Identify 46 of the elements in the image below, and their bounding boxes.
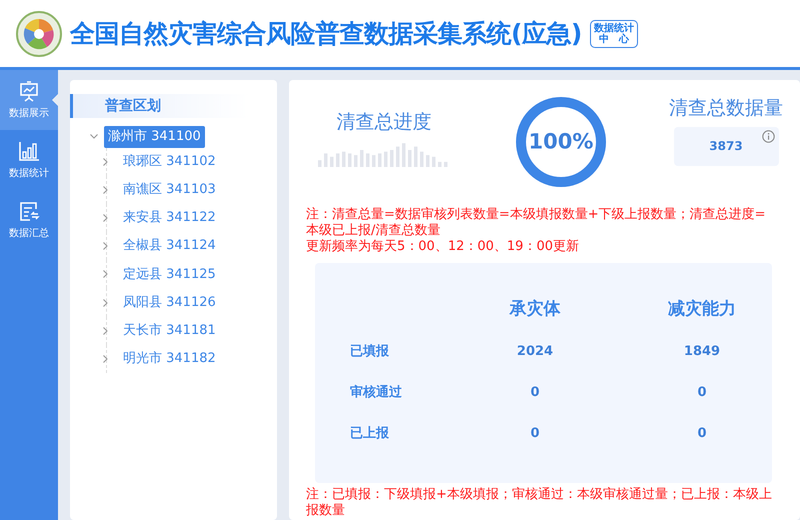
tree-item[interactable]: 滁州市 341100 (104, 126, 205, 148)
row-label: 已填报 (350, 342, 389, 361)
info-icon[interactable] (762, 130, 774, 142)
table-cell-text: 2024 (516, 342, 554, 361)
row-label: 已上报 (350, 424, 389, 443)
tree-item[interactable]: 定远县 341125 (119, 264, 220, 286)
caret-icon[interactable] (103, 158, 108, 166)
total-value: 3873 (709, 138, 743, 155)
bar-chart-icon (18, 140, 40, 162)
column-header: 承灾体 (510, 299, 560, 319)
caret-icon[interactable] (103, 298, 108, 307)
note-text: 更新频率为每天5：00、12：00、19：00更新 (306, 239, 580, 255)
table-cell-text: 0 (530, 384, 540, 402)
footnote-text: 注：已填报：下级填报+本级填报；审核通过：本级审核通过量；已上报：本级上报数量 (305, 487, 773, 519)
table-cell-text: 0 (530, 424, 540, 443)
tree-item[interactable]: 南谯区 341103 (119, 179, 220, 201)
table-cell-text: 0 (697, 384, 707, 402)
total-title: 清查总数据量 (669, 96, 783, 121)
sidebar-item[interactable]: 数据汇总 (0, 190, 58, 250)
progress-title: 清查总进度 (336, 110, 432, 135)
logo-icon (16, 10, 62, 56)
note-text: 注：清查总量=数据审核列表数量=本级填报数量+下级上报数量；清查总进度=本级已上报/清查总数量 (306, 207, 767, 239)
system-badge: 数据统计 中 心 (590, 20, 638, 48)
caret-icon[interactable] (103, 214, 108, 222)
tree-item[interactable]: 天长市 341181 (119, 320, 220, 342)
column-header: 减灾能力 (668, 299, 736, 319)
tree-item[interactable]: 琅琊区 341102 (119, 150, 220, 172)
tree-item[interactable]: 全椒县 341124 (119, 235, 220, 257)
progress-value: 100% (528, 128, 594, 156)
caret-icon[interactable] (90, 134, 98, 140)
caret-icon[interactable] (103, 354, 108, 363)
caret-icon[interactable] (103, 186, 108, 194)
caret-icon[interactable] (103, 270, 108, 278)
caret-icon[interactable] (103, 326, 108, 335)
row-label: 审核通过 (350, 384, 402, 402)
document-icon (18, 200, 40, 222)
page-title: 全国自然灾害综合风险普查数据采集系统(应急) (70, 18, 582, 50)
presentation-icon (18, 80, 40, 102)
table-cell-text: 0 (697, 424, 707, 443)
table-cell-text: 1849 (684, 342, 720, 361)
tree-item[interactable]: 来安县 341122 (119, 207, 220, 229)
caret-icon[interactable] (103, 242, 108, 250)
sidebar-item[interactable]: 数据展示 (0, 70, 58, 130)
tree-item[interactable]: 明光市 341182 (119, 348, 220, 370)
sidebar-item[interactable]: 数据统计 (0, 130, 58, 190)
tree-item[interactable]: 凤阳县 341126 (119, 292, 220, 314)
